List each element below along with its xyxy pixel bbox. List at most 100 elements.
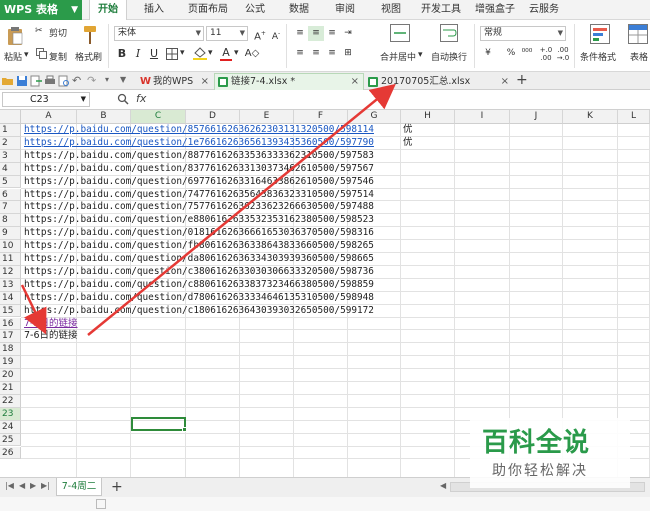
cell-h1[interactable]: 优 bbox=[403, 124, 413, 136]
row-header[interactable]: 12 bbox=[0, 265, 21, 279]
increase-font-icon[interactable]: A+ bbox=[252, 26, 268, 42]
border-icon[interactable] bbox=[166, 48, 178, 60]
add-sheet-icon[interactable]: + bbox=[111, 478, 123, 496]
row-header[interactable]: 6 bbox=[0, 188, 21, 202]
row-header[interactable]: 9 bbox=[0, 227, 21, 241]
row-header[interactable]: 10 bbox=[0, 240, 21, 253]
row-header[interactable]: 25 bbox=[0, 433, 21, 447]
format-painter-button[interactable]: 格式刷 bbox=[75, 50, 102, 63]
zoom-icon[interactable] bbox=[117, 93, 129, 105]
align-right-icon[interactable]: ≡ bbox=[324, 46, 340, 61]
percent-button[interactable]: % bbox=[503, 46, 519, 61]
select-all-corner[interactable] bbox=[0, 110, 21, 124]
row-header[interactable]: 3 bbox=[0, 149, 21, 163]
prev-sheet-icon[interactable]: ◀ bbox=[19, 481, 25, 490]
cell-a10[interactable]: https://p.baidu.com/question/fb806162636… bbox=[24, 240, 374, 252]
row-header[interactable]: 20 bbox=[0, 369, 21, 382]
cell-a4[interactable]: https://p.baidu.com/question/83776162633… bbox=[24, 163, 374, 175]
paste-icon[interactable] bbox=[6, 26, 24, 46]
first-sheet-icon[interactable]: |◀ bbox=[5, 481, 14, 490]
cell-a2[interactable]: https://p.baidu.com/question/1e766162636… bbox=[24, 137, 374, 149]
row-header[interactable]: 23 bbox=[0, 407, 21, 421]
doc-tab-active[interactable]: 链接7-4.xlsx * × bbox=[214, 73, 364, 90]
last-sheet-icon[interactable]: ▶| bbox=[41, 481, 50, 490]
font-name-select[interactable]: 宋体 ▼ bbox=[114, 26, 204, 41]
align-middle-icon[interactable]: ≡ bbox=[308, 26, 324, 41]
increase-decimal-icon[interactable]: +.0.00 bbox=[538, 46, 554, 62]
close-icon[interactable]: × bbox=[201, 74, 209, 90]
row-header[interactable]: 22 bbox=[0, 394, 21, 408]
name-box[interactable]: C23 ▼ bbox=[2, 92, 90, 107]
cell-a15[interactable]: https://p.baidu.com/question/c1806162636… bbox=[24, 305, 374, 317]
column-header-a[interactable]: A bbox=[21, 110, 77, 124]
cell-a9[interactable]: https://p.baidu.com/question/01816162636… bbox=[24, 227, 374, 239]
row-header[interactable]: 16 bbox=[0, 317, 21, 331]
tab-developer[interactable]: 开发工具 bbox=[418, 0, 464, 20]
number-format-select[interactable]: 常规 ▼ bbox=[480, 26, 566, 41]
decrease-font-icon[interactable]: A- bbox=[268, 26, 284, 42]
column-header-j[interactable]: J bbox=[510, 110, 563, 124]
print-icon[interactable] bbox=[44, 75, 56, 87]
align-bottom-icon[interactable]: ≡ bbox=[324, 26, 340, 41]
column-header-h[interactable]: H bbox=[401, 110, 455, 124]
cell-a16[interactable]: 7-5日的链接 bbox=[24, 318, 78, 330]
selected-cell[interactable] bbox=[131, 417, 187, 432]
row-header[interactable]: 24 bbox=[0, 420, 21, 434]
indent-icon[interactable]: ⇥ bbox=[340, 26, 356, 41]
clear-format-icon[interactable]: A◇ bbox=[244, 46, 260, 61]
row-header[interactable]: 17 bbox=[0, 330, 21, 344]
currency-icon[interactable]: ¥ bbox=[480, 46, 496, 61]
doc-tab-summary[interactable]: 20170705汇总.xlsx × bbox=[364, 73, 514, 90]
save-icon[interactable] bbox=[16, 75, 28, 87]
conditional-format-button[interactable]: 条件格式 bbox=[580, 50, 616, 63]
paste-button[interactable]: 粘贴 bbox=[4, 50, 22, 63]
font-size-select[interactable]: 11 ▼ bbox=[206, 26, 248, 41]
row-header[interactable]: 21 bbox=[0, 382, 21, 395]
sheet-tab-active[interactable]: 7-4周二 bbox=[56, 478, 102, 496]
cell-a11[interactable]: https://p.baidu.com/question/da806162636… bbox=[24, 253, 374, 265]
align-top-icon[interactable]: ≡ bbox=[292, 26, 308, 41]
column-header-l[interactable]: L bbox=[618, 110, 650, 124]
thousands-icon[interactable]: ⁰⁰⁰ bbox=[519, 46, 535, 61]
tab-data[interactable]: 数据 bbox=[284, 0, 314, 20]
fx-icon[interactable]: fx bbox=[136, 92, 146, 105]
cell-a3[interactable]: https://p.baidu.com/question/88776162633… bbox=[24, 150, 374, 162]
column-header-i[interactable]: I bbox=[455, 110, 510, 124]
row-header[interactable]: 15 bbox=[0, 304, 21, 318]
row-header[interactable]: 1 bbox=[0, 124, 21, 137]
close-icon[interactable]: × bbox=[501, 74, 509, 90]
undo-icon[interactable]: ↶ bbox=[72, 74, 81, 87]
table-style-button[interactable]: 表格 bbox=[630, 50, 648, 63]
cell-a8[interactable]: https://p.baidu.com/question/e8806162633… bbox=[24, 214, 374, 226]
cell-a12[interactable]: https://p.baidu.com/question/c3806162633… bbox=[24, 266, 374, 278]
cell-a7[interactable]: https://p.baidu.com/question/75776162636… bbox=[24, 201, 374, 213]
app-menu-button[interactable]: WPS 表格 ▼ bbox=[0, 0, 82, 20]
bold-button[interactable]: B bbox=[114, 46, 130, 61]
cell-h2[interactable]: 优 bbox=[403, 137, 413, 149]
row-header[interactable]: 26 bbox=[0, 446, 21, 460]
font-color-icon[interactable]: A bbox=[218, 45, 234, 60]
tab-page-layout[interactable]: 页面布局 bbox=[180, 0, 236, 20]
new-tab-icon[interactable]: + bbox=[516, 72, 528, 88]
row-header[interactable]: 11 bbox=[0, 253, 21, 266]
cell-a6[interactable]: https://p.baidu.com/question/74776162635… bbox=[24, 189, 374, 201]
column-header-g[interactable]: G bbox=[348, 110, 401, 124]
row-header[interactable]: 14 bbox=[0, 291, 21, 305]
align-left-icon[interactable]: ≡ bbox=[292, 46, 308, 61]
row-header[interactable]: 2 bbox=[0, 136, 21, 150]
merge-center-button[interactable]: 合并居中 bbox=[380, 50, 416, 63]
column-header-c[interactable]: C bbox=[131, 110, 186, 124]
row-header[interactable]: 13 bbox=[0, 278, 21, 292]
tab-cloud-service[interactable]: 云服务 bbox=[526, 0, 562, 20]
cell-a17[interactable]: 7-6日的链接 bbox=[24, 330, 78, 342]
chevron-down-icon[interactable]: ▼ bbox=[120, 75, 126, 84]
align-center-icon[interactable]: ≡ bbox=[308, 46, 324, 61]
tab-insert[interactable]: 插入 bbox=[137, 0, 171, 20]
tab-formula[interactable]: 公式 bbox=[240, 0, 270, 20]
tab-view[interactable]: 视图 bbox=[376, 0, 406, 20]
cell-a1[interactable]: https://p.baidu.com/question/85766162636… bbox=[24, 124, 374, 136]
doc-tab-my-wps[interactable]: W 我的WPS × bbox=[136, 73, 214, 90]
print-preview-icon[interactable] bbox=[58, 75, 70, 87]
row-header[interactable]: 7 bbox=[0, 201, 21, 215]
column-header-d[interactable]: D bbox=[186, 110, 240, 124]
